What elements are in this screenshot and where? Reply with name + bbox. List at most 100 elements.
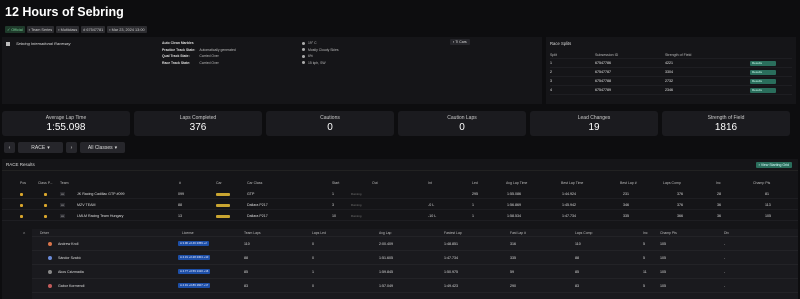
humidity-icon <box>302 54 305 58</box>
laps-completed: 88 <box>575 256 579 260</box>
results-button[interactable]: Results <box>750 87 776 93</box>
col-header: Champ Pts <box>660 231 677 235</box>
interval: -0 L <box>428 203 435 207</box>
driver-name[interactable]: Sándor Szabó <box>58 256 81 260</box>
team-laps: 83 <box>244 284 248 288</box>
col-header: Class P... <box>38 181 53 185</box>
splits-header: Split Subsession ID Strength of Field <box>550 52 792 59</box>
laps-led: 0 <box>312 256 314 260</box>
driver-row[interactable]: Sándor Szabó A 4.31 +0.28 2304 +10 88 0 … <box>32 251 798 265</box>
condition-label: Practice Track State: <box>162 47 196 52</box>
car-class-tag: ▪▪▪ <box>60 214 65 218</box>
col-header: Int <box>428 181 432 185</box>
cloud-icon <box>302 48 305 51</box>
col-header: Inc <box>716 181 721 185</box>
incidents: 36 <box>717 203 721 207</box>
ti-cars-button[interactable]: ▪ Ti Cars <box>450 39 470 45</box>
next-session-button[interactable]: › <box>66 142 77 153</box>
track-info: Sebring International Raceway <box>6 41 70 46</box>
team-name[interactable]: LMLM Racing Team Hungary <box>77 214 123 218</box>
team-name[interactable]: MZV TEAM <box>77 203 96 207</box>
champ-points: 105 <box>660 284 666 288</box>
driver-name[interactable]: Andrew Kroll <box>58 242 78 246</box>
team-laps: 110 <box>244 242 250 246</box>
col-header: Best Lap Time <box>561 181 584 185</box>
col-header: Best Lap # <box>620 181 637 185</box>
car-class: GTP <box>247 192 255 196</box>
avg-lap: 1:51.605 <box>379 256 393 260</box>
split-row: 3 67547788 2732 Results <box>550 77 792 86</box>
date-badge: ▪ Mar 23, 2024 13:00 <box>107 26 147 33</box>
driver-name[interactable]: Akos Czizmadia <box>58 270 84 274</box>
avg-lap: 1:55.086 <box>507 192 521 196</box>
col-header: Pos <box>20 181 27 185</box>
condition-value: Automatically generated <box>199 47 236 52</box>
stat-laps-completed: Laps Completed 376 <box>134 111 262 136</box>
col-header: # <box>179 181 181 185</box>
driver-name[interactable]: Gabor Kormendi <box>58 284 84 288</box>
status: Running <box>351 203 362 207</box>
race-splits-title: Race Splits <box>550 41 572 46</box>
col-header: Car Class <box>247 181 263 185</box>
champ-points: 105 <box>660 242 666 246</box>
champ-points: 81 <box>765 192 769 196</box>
condition-value: Carried Over <box>199 60 219 65</box>
team-result-row[interactable]: ▪▪▪ JK Racing Cadillac GTP #099 099 GTP … <box>2 189 798 199</box>
laps-completed: 376 <box>677 192 683 196</box>
fastest-lap: 1:48.851 <box>444 242 458 246</box>
official-badge: ✓ Official <box>5 26 25 33</box>
results-button[interactable]: Results <box>750 60 776 66</box>
session-select[interactable]: RACE ▾ <box>18 142 63 153</box>
laps-completed: 366 <box>677 214 683 218</box>
incidents: 11 <box>643 270 647 274</box>
condition-label: Auto Clean Marbles <box>162 41 194 45</box>
car-number: 88 <box>178 203 182 207</box>
fast-lap-number: 59 <box>510 270 514 274</box>
stat-lead-changes: Lead Changes 19 <box>530 111 658 136</box>
champ-points: 105 <box>765 214 771 218</box>
weather-row: 19° C <box>302 41 339 45</box>
weather-row: 6% <box>302 54 339 58</box>
chevron-down-icon: ▾ <box>47 144 50 151</box>
incidents: 5 <box>643 284 645 288</box>
chevron-right-icon: › <box>70 144 73 151</box>
driver-row[interactable]: Andrew Kroll A 3.96 +0.46 2359 +2 110 0 … <box>32 237 798 251</box>
collapse-row-icon[interactable]: ⌃ <box>22 232 26 238</box>
results-button[interactable]: Results <box>750 78 776 84</box>
prev-session-button[interactable]: ‹ <box>4 142 15 153</box>
condition-label: Race Track State: <box>162 60 191 65</box>
incidents: 5 <box>643 242 645 246</box>
incidents: 5 <box>643 256 645 260</box>
champ-points: 113 <box>765 203 771 207</box>
fast-lap-number: 290 <box>510 284 516 288</box>
team-series-badge: ▪ Team Series <box>26 26 55 33</box>
session-badges: ✓ Official ▪ Team Series ▪ Multiclass #6754… <box>5 26 147 33</box>
champ-points: 105 <box>660 256 666 260</box>
stat-caution-laps: Caution Laps 0 <box>398 111 526 136</box>
avatar <box>48 270 52 274</box>
view-starting-grid-button[interactable]: ▪ View Starting Grid <box>755 162 792 168</box>
race-results-panel: RACE Results ▪ View Starting Grid Pos Cla… <box>2 159 798 299</box>
trophy-icon <box>44 215 47 218</box>
team-result-row[interactable]: ▪▪▪ MZV TEAM 88 Dallara P217 3 Running -… <box>2 200 798 210</box>
driver-row[interactable]: Akos Czizmadia A 4.77 +0.59 1410 +16 85 … <box>32 265 798 279</box>
best-lap: 1:45.942 <box>562 203 576 207</box>
col-header: Inc <box>643 231 648 235</box>
laps-led: 0 <box>312 242 314 246</box>
team-name[interactable]: JK Racing Cadillac GTP #099 <box>77 192 124 196</box>
fastest-lap: 1:47.734 <box>444 256 458 260</box>
laps-led: 1 <box>472 214 474 218</box>
driver-row[interactable]: Gabor Kormendi A 4.91 +0.89 1607 +17 83 … <box>32 279 798 293</box>
laps-completed: 376 <box>677 203 683 207</box>
results-button[interactable]: Results <box>750 69 776 75</box>
class-filter-select[interactable]: All Classes ▾ <box>80 142 125 153</box>
team-icon: ▪ <box>28 27 31 32</box>
condition-value <box>199 41 235 45</box>
weather-row: Mostly Cloudy Skies <box>302 48 339 52</box>
best-lap: 1:44.924 <box>562 192 576 196</box>
car-icon <box>216 215 230 218</box>
fastest-lap: 1:49.423 <box>444 284 458 288</box>
trophy-icon <box>44 204 47 207</box>
team-result-row[interactable]: ▪▪▪ LMLM Racing Team Hungary 13 Dallara … <box>2 211 798 221</box>
status: Running <box>351 192 362 196</box>
